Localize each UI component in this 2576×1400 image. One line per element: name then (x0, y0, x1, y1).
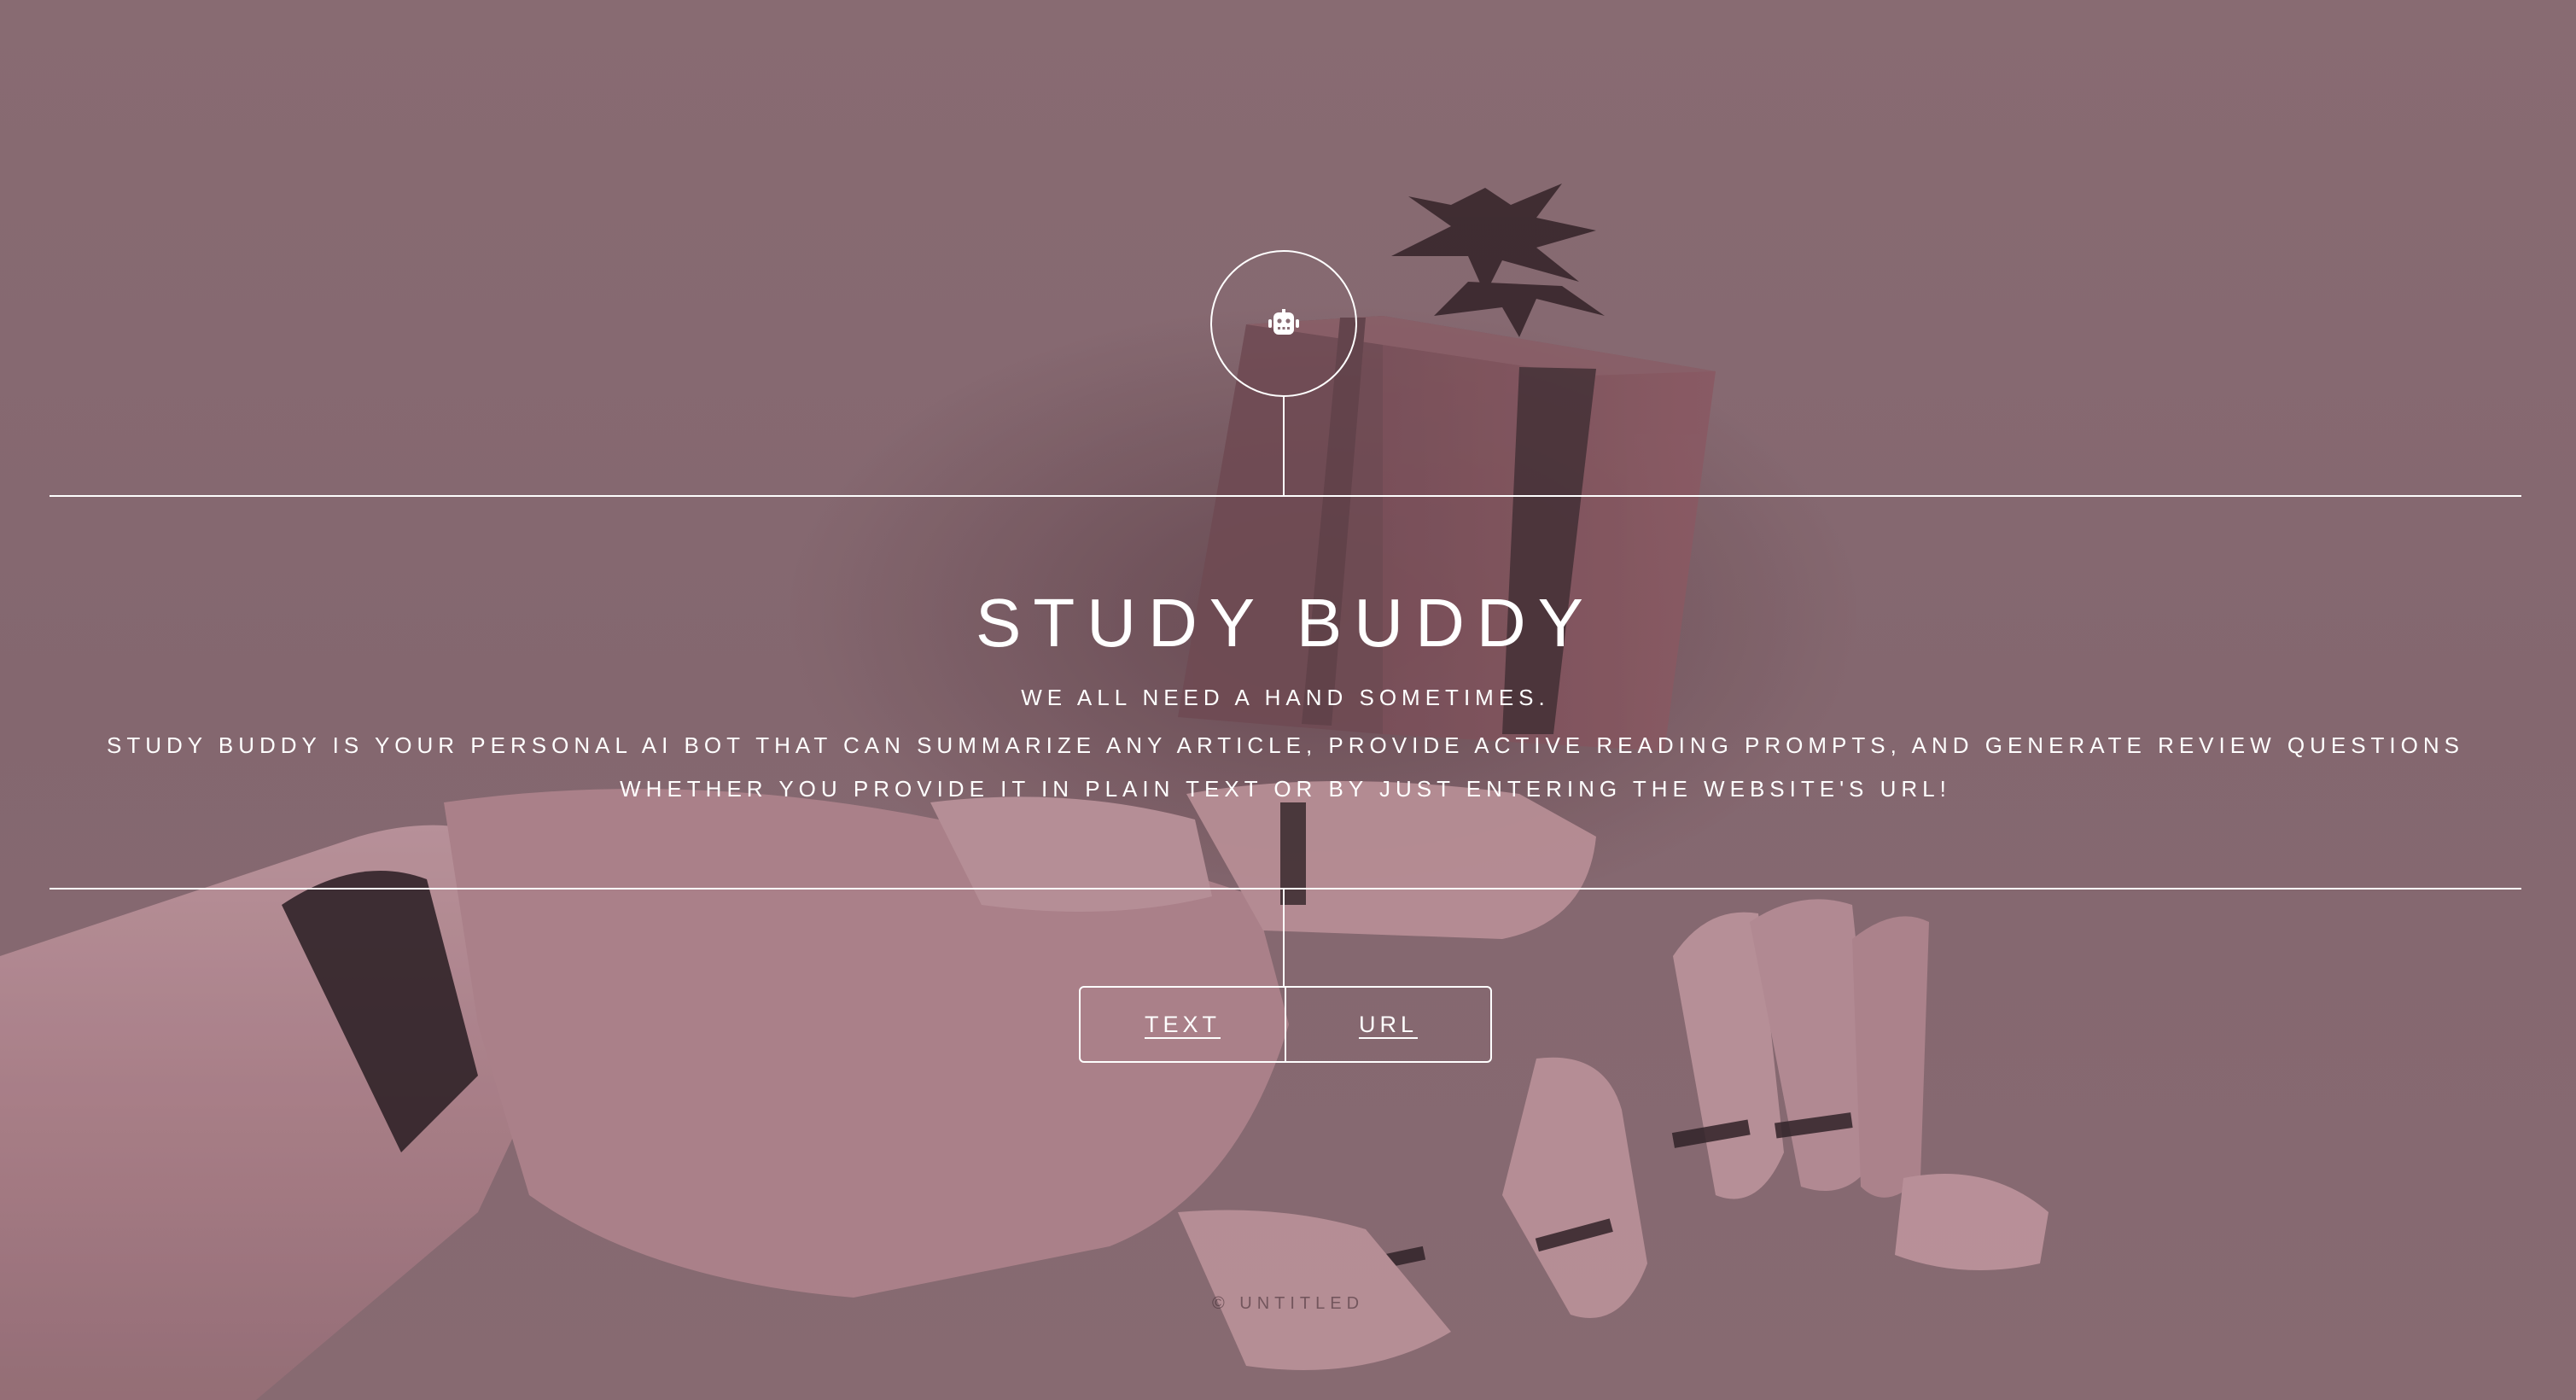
connector-line-bottom (1283, 890, 1285, 987)
url-mode-button[interactable]: URL (1285, 988, 1490, 1061)
footer-copyright: © UNTITLED (1211, 1294, 1365, 1313)
tagline: WE ALL NEED A HAND SOMETIMES. (1021, 685, 1550, 710)
text-mode-button[interactable]: TEXT (1081, 988, 1285, 1061)
input-mode-toggle: TEXT URL (1079, 986, 1492, 1063)
description-line-2: WHETHER YOU PROVIDE IT IN PLAIN TEXT OR … (620, 776, 1951, 802)
robot-icon (1268, 309, 1299, 335)
page-title: STUDY BUDDY (976, 585, 1595, 661)
logo (1210, 250, 1357, 397)
page: STUDY BUDDY WE ALL NEED A HAND SOMETIMES… (0, 0, 2576, 1400)
divider-bottom (50, 888, 2521, 890)
connector-line-top (1283, 397, 1285, 496)
description-line-1: STUDY BUDDY IS YOUR PERSONAL AI BOT THAT… (107, 732, 2464, 758)
description: STUDY BUDDY IS YOUR PERSONAL AI BOT THAT… (50, 724, 2521, 811)
hero-content: STUDY BUDDY WE ALL NEED A HAND SOMETIMES… (50, 497, 2521, 888)
